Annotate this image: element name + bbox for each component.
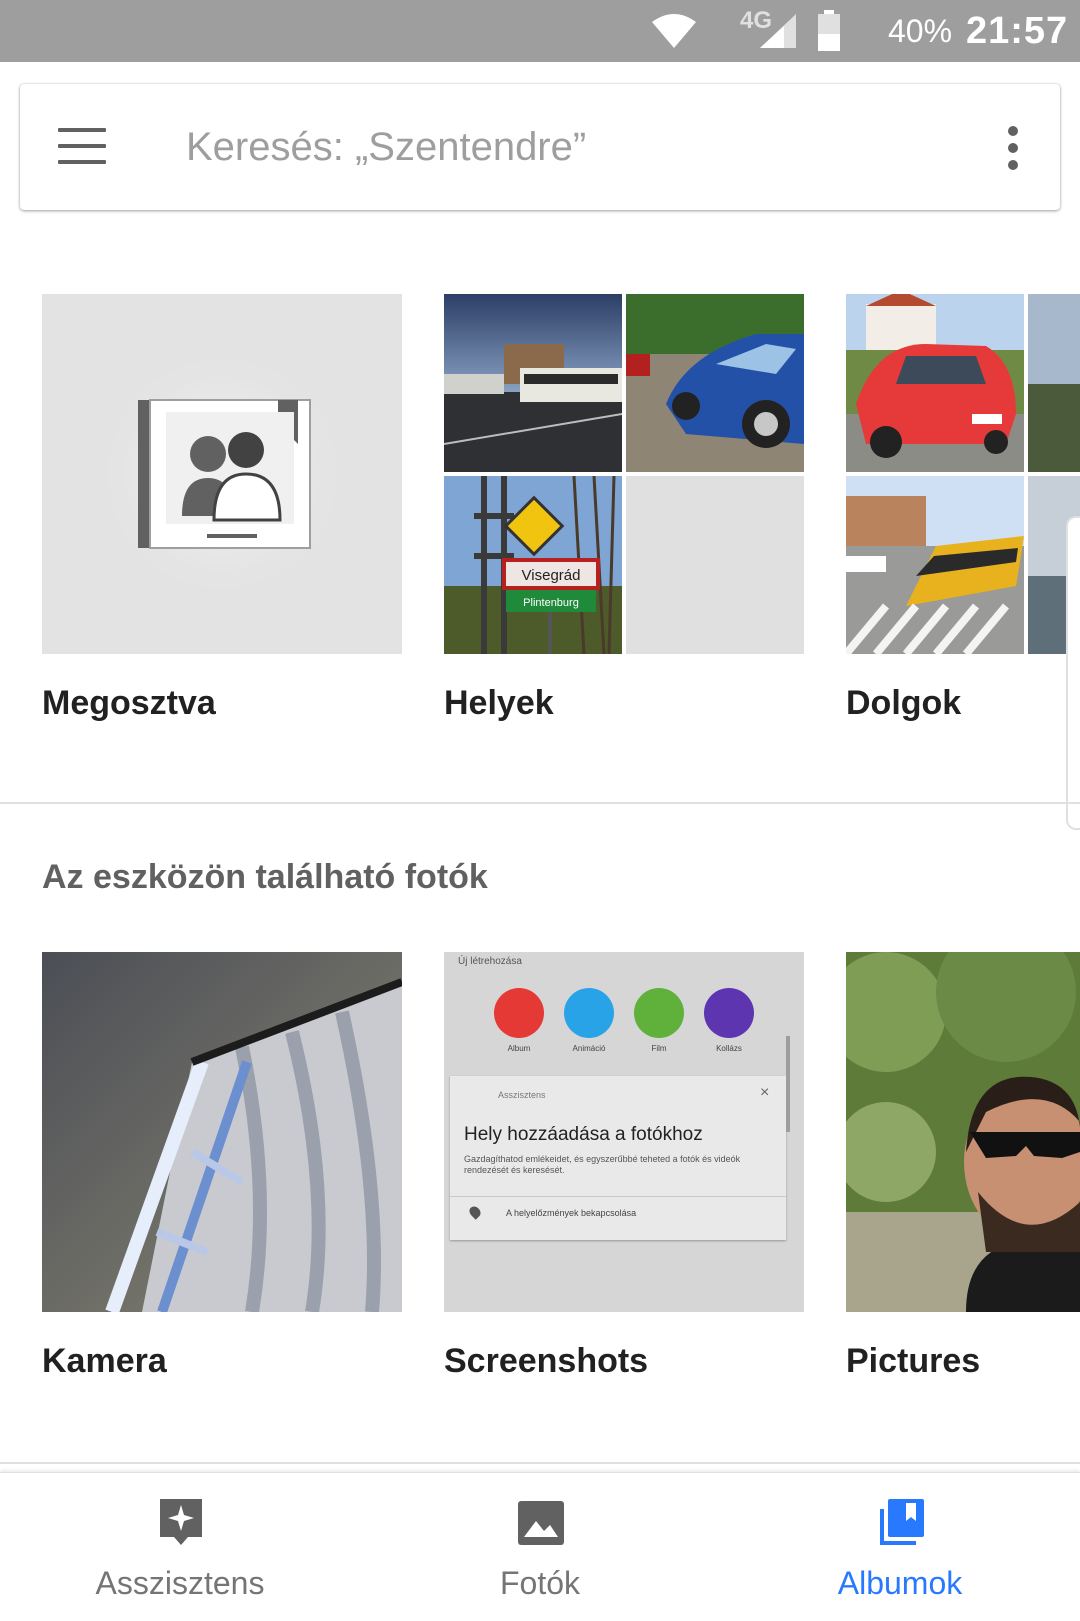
- search-input[interactable]: [184, 114, 988, 180]
- place-photo: [626, 294, 804, 472]
- place-photo: Visegrád Plintenburg: [444, 476, 622, 654]
- album-label: Pictures: [846, 1342, 981, 1380]
- nav-assistant[interactable]: Asszisztens: [30, 1473, 330, 1621]
- album-cover-photo: [42, 952, 402, 1312]
- empty-photo-slot: [626, 476, 804, 654]
- nav-albums[interactable]: Albumok: [750, 1473, 1050, 1621]
- battery-percent: 40%: [888, 12, 953, 49]
- nav-label: Fotók: [499, 1565, 581, 1601]
- scroll-handle[interactable]: [1066, 516, 1080, 830]
- album-label: Screenshots: [444, 1342, 649, 1380]
- album-tile-things[interactable]: [846, 294, 1080, 654]
- album-tile-camera[interactable]: [42, 952, 402, 1312]
- clock: 21:57: [966, 9, 1069, 52]
- assistant-icon: [160, 1499, 202, 1545]
- thumb-header: Új létrehozása: [458, 956, 522, 967]
- album-tile-places[interactable]: Visegrád Plintenburg: [444, 294, 804, 654]
- section-divider: [0, 1462, 1080, 1464]
- album-label: Dolgok: [846, 684, 962, 722]
- album-cover-photo: [846, 952, 1080, 1312]
- chip-label: Animáció: [572, 1044, 606, 1053]
- nav-photos[interactable]: Fotók: [390, 1473, 690, 1621]
- thumb-card-action: A helyelőzmények bekapcsolása: [506, 1208, 637, 1218]
- movie-chip-icon: [634, 988, 684, 1038]
- nav-label: Albumok: [837, 1565, 963, 1601]
- thumb-card-kicker: Asszisztens: [498, 1090, 546, 1100]
- animation-chip-icon: [564, 988, 614, 1038]
- close-icon: ×: [760, 1084, 770, 1101]
- thing-photo: [846, 476, 1024, 654]
- more-options-icon[interactable]: [1006, 126, 1020, 170]
- wifi-icon: [652, 14, 696, 48]
- thing-photo: [846, 294, 1024, 472]
- album-chip-icon: [494, 988, 544, 1038]
- thumb-scrollbar: [786, 1036, 790, 1132]
- collage-chip-icon: [704, 988, 754, 1038]
- album-tile-screenshots[interactable]: Új létrehozása Album Animáció Film Kollá…: [444, 952, 804, 1312]
- bottom-navigation: Asszisztens Fotók Albumok: [0, 1472, 1080, 1621]
- album-tile-pictures[interactable]: [846, 952, 1080, 1312]
- album-label: Megosztva: [42, 684, 216, 722]
- photos-icon: [518, 1501, 564, 1545]
- thumb-card: Asszisztens × Hely hozzáadása a fotókhoz…: [450, 1076, 786, 1240]
- place-photo: [444, 294, 622, 472]
- section-divider: [0, 802, 1080, 804]
- album-tile-shared[interactable]: [42, 294, 402, 654]
- status-bar: 4G 40% 21:57: [0, 0, 1080, 62]
- location-icon: [467, 1204, 483, 1220]
- shared-album-icon: [92, 344, 352, 604]
- signal-icon: [760, 14, 796, 48]
- album-label: Kamera: [42, 1342, 167, 1380]
- thumb-card-title: Hely hozzáadása a fotókhoz: [464, 1124, 703, 1145]
- thumb-card-body: Gazdagíthatod emlékeidet, és egyszerűbbé…: [464, 1154, 741, 1175]
- search-bar: [20, 84, 1060, 210]
- menu-icon[interactable]: [58, 128, 106, 164]
- album-label: Helyek: [444, 684, 554, 722]
- chip-label: Kollázs: [716, 1044, 742, 1053]
- section-title: Az eszközön található fotók: [42, 858, 488, 896]
- albums-icon: [880, 1499, 924, 1545]
- chip-label: Film: [651, 1044, 667, 1053]
- nav-label: Asszisztens: [95, 1565, 265, 1601]
- sign-text: Visegrád: [522, 567, 581, 584]
- chip-label: Album: [507, 1044, 531, 1053]
- thing-photo: [1028, 294, 1080, 472]
- sign-text: Plintenburg: [523, 597, 579, 609]
- battery-icon: [818, 10, 840, 51]
